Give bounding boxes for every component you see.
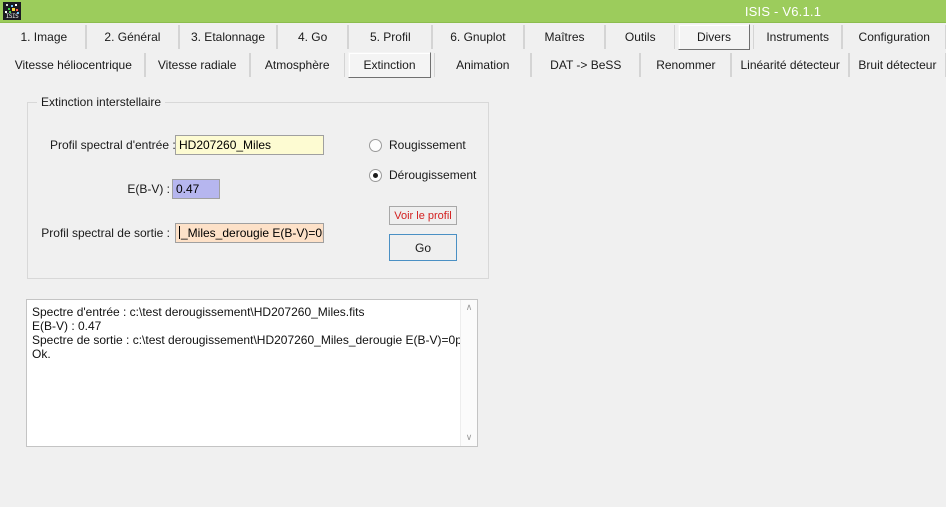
tab-label: 1. Image (20, 30, 68, 44)
tab-label: 6. Gnuplot (450, 30, 506, 44)
extinction-groupbox: Extinction interstellaire Profil spectra… (27, 95, 489, 279)
tab-3-etalonnage[interactable]: 3. Etalonnage (179, 25, 277, 49)
tab-maitres[interactable]: Maîtres (523, 25, 606, 49)
subtab-dat-to-bess[interactable]: DAT -> BeSS (531, 53, 641, 77)
log-output-panel: Spectre d'entrée : c:\test derougissemen… (26, 299, 478, 447)
tab-2-general[interactable]: 2. Général (85, 25, 180, 49)
tab-label: 3. Etalonnage (190, 30, 266, 44)
tab-outils[interactable]: Outils (605, 25, 676, 49)
tab-label: Animation (456, 58, 510, 72)
scroll-down-arrow-icon[interactable]: ∨ (461, 430, 477, 446)
tab-label: Atmosphère (264, 58, 330, 72)
view-profile-button-label: Voir le profil (394, 209, 452, 222)
tab-label: Maîtres (544, 30, 585, 44)
tab-label: Vitesse radiale (157, 58, 237, 72)
ebv-value: 0.47 (176, 182, 200, 196)
secondary-tab-bar: Vitesse héliocentrique Vitesse radiale A… (0, 51, 946, 79)
scroll-up-arrow-icon[interactable]: ∧ (461, 300, 477, 316)
radio-derougissement[interactable]: Dérougissement (369, 168, 476, 182)
radio-rougissement-label: Rougissement (389, 138, 466, 152)
subtab-bruit-detecteur[interactable]: Bruit détecteur (848, 53, 946, 77)
tab-label: Outils (624, 30, 656, 44)
go-button-label: Go (414, 240, 431, 255)
radio-rougissement[interactable]: Rougissement (369, 138, 466, 152)
tab-label: Configuration (858, 30, 930, 44)
radio-indicator-selected-icon (369, 168, 382, 182)
tab-label: Extinction (363, 58, 416, 72)
tab-configuration[interactable]: Configuration (842, 25, 946, 49)
tab-label: Linéarité détecteur (740, 58, 840, 72)
tab-label: Renommer (656, 58, 716, 72)
view-profile-button[interactable]: Voir le profil (389, 206, 457, 225)
log-text[interactable]: Spectre d'entrée : c:\test derougissemen… (27, 300, 460, 446)
tab-label: Instruments (766, 30, 830, 44)
window-titlebar: ISIS ISIS - V6.1.1 (0, 0, 946, 23)
subtab-atmosphere[interactable]: Atmosphère (249, 53, 345, 77)
log-scrollbar[interactable]: ∧ ∨ (460, 300, 477, 446)
label-output-profile: Profil spectral de sortie : (41, 226, 170, 240)
input-spectral-profile-value: HD207260_Miles (179, 138, 272, 152)
output-spectral-profile-value: _Miles_derougie E(B-V)=0p47 (181, 226, 323, 240)
tab-instruments[interactable]: Instruments (752, 25, 843, 49)
radio-indicator-icon (369, 138, 382, 152)
radio-derougissement-label: Dérougissement (389, 168, 477, 182)
window-title: ISIS - V6.1.1 (744, 3, 822, 19)
tab-label: Vitesse héliocentrique (14, 58, 132, 72)
text-caret (179, 226, 180, 239)
ebv-field[interactable]: 0.47 (172, 179, 220, 199)
input-spectral-profile-field[interactable]: HD207260_Miles (175, 135, 324, 155)
subtab-vitesse-radiale[interactable]: Vitesse radiale (144, 53, 250, 77)
tab-label: Divers (696, 30, 731, 44)
label-ebv: E(B-V) : (127, 182, 170, 196)
go-button[interactable]: Go (389, 234, 457, 261)
subtab-linearite-detecteur[interactable]: Linéarité détecteur (731, 53, 849, 77)
tab-label: 5. Profil (369, 30, 411, 44)
tab-label: DAT -> BeSS (550, 58, 622, 72)
tab-divers[interactable]: Divers (678, 24, 750, 50)
tab-1-image[interactable]: 1. Image (2, 25, 86, 49)
output-spectral-profile-field[interactable]: _Miles_derougie E(B-V)=0p47 (175, 223, 324, 243)
tab-label: 2. Général (104, 30, 161, 44)
subtab-extinction[interactable]: Extinction (347, 52, 432, 78)
groupbox-title: Extinction interstellaire (37, 95, 166, 109)
tab-6-gnuplot[interactable]: 6. Gnuplot (432, 25, 524, 49)
label-input-profile: Profil spectral d'entrée : (50, 138, 176, 152)
tab-label: 4. Go (297, 30, 328, 44)
primary-tab-bar: 1. Image 2. Général 3. Etalonnage 4. Go … (0, 23, 946, 51)
tab-4-go[interactable]: 4. Go (276, 25, 349, 49)
tab-5-profil[interactable]: 5. Profil (348, 25, 433, 49)
subtab-vitesse-heliocentrique[interactable]: Vitesse héliocentrique (2, 53, 145, 77)
subtab-renommer[interactable]: Renommer (640, 53, 732, 77)
subtab-animation[interactable]: Animation (434, 53, 532, 77)
tab-label: Bruit détecteur (858, 58, 937, 72)
